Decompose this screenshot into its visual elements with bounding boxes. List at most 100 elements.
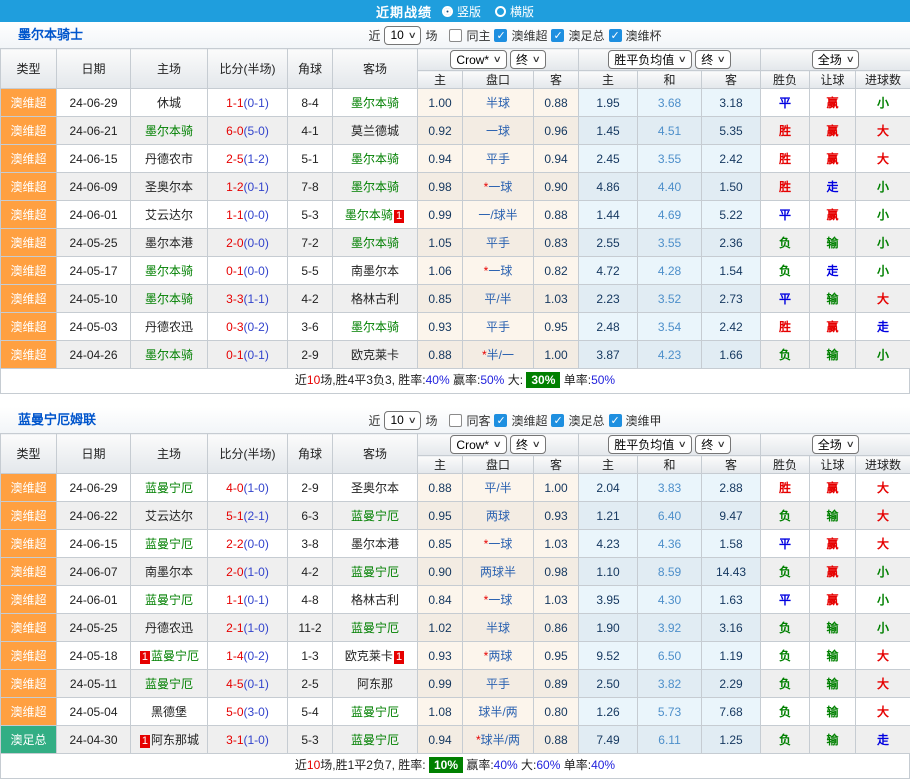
home-team-link[interactable]: 墨尔本骑	[145, 292, 193, 306]
league-filter-checkbox[interactable]	[609, 29, 622, 42]
away-team-link[interactable]: 蓝曼宁厄	[351, 621, 399, 635]
away-team-link[interactable]: 墨尔本骑	[351, 96, 399, 110]
away-team-link[interactable]: 墨尔本骑	[351, 180, 399, 194]
home-team-link[interactable]: 蓝曼宁厄	[151, 649, 199, 663]
away-team-link[interactable]: 蓝曼宁厄	[351, 509, 399, 523]
result-wdl: 负	[761, 642, 810, 670]
corner-cell: 7-2	[288, 229, 333, 257]
away-team-link[interactable]: 圣奥尔本	[351, 481, 399, 495]
col-result-goals: 进球数	[856, 456, 910, 474]
corner-cell: 2-9	[288, 341, 333, 369]
league-filter-checkbox[interactable]	[551, 414, 564, 427]
date-cell: 24-04-26	[57, 341, 131, 369]
home-team-link[interactable]: 丹德农迅	[145, 320, 193, 334]
home-team-link[interactable]: 蓝曼宁厄	[145, 593, 193, 607]
away-team-link[interactable]: 欧克莱卡	[345, 649, 393, 663]
fulltime-score: 0-1	[226, 264, 243, 278]
final-odds-select[interactable]: 终∨	[510, 435, 546, 454]
final-avg-select[interactable]: 终∨	[695, 435, 731, 454]
home-team-link[interactable]: 蓝曼宁厄	[145, 481, 193, 495]
final-odds-select[interactable]: 终∨	[510, 50, 546, 69]
league-type-badge: 澳维超	[1, 173, 57, 201]
result-goals: 小	[856, 229, 910, 257]
layout-horizontal-radio[interactable]: 横版	[495, 3, 534, 20]
home-team-link[interactable]: 丹德农市	[145, 152, 193, 166]
home-team-link[interactable]: 丹德农迅	[145, 621, 193, 635]
halftime-score: (0-1)	[244, 180, 269, 194]
away-team-link[interactable]: 欧克莱卡	[351, 348, 399, 362]
handicap-home-odds: 0.99	[418, 670, 463, 698]
match-row: 澳维超24-06-21墨尔本骑6-0(5-0)4-1莫兰德城0.92一球0.96…	[1, 117, 910, 145]
result-wdl: 负	[761, 670, 810, 698]
bookmaker-select[interactable]: Crow*∨	[450, 50, 506, 69]
away-team-cell: 圣奥尔本	[333, 474, 418, 502]
away-team-link[interactable]: 墨尔本骑	[345, 208, 393, 222]
same-venue-checkbox[interactable]	[449, 414, 462, 427]
home-team-link[interactable]: 圣奥尔本	[145, 180, 193, 194]
layout-vertical-radio[interactable]: 竖版	[442, 3, 481, 20]
home-team-link[interactable]: 黑德堡	[151, 705, 187, 719]
home-team-link[interactable]: 墨尔本港	[145, 236, 193, 250]
league-filter-checkbox[interactable]	[494, 29, 507, 42]
corner-cell: 3-8	[288, 530, 333, 558]
avg-away-odds: 2.42	[702, 145, 761, 173]
league-filter-checkbox[interactable]	[494, 414, 507, 427]
handicap-away-odds: 0.86	[534, 614, 579, 642]
avg-home-odds: 1.45	[579, 117, 638, 145]
away-team-link[interactable]: 蓝曼宁厄	[351, 565, 399, 579]
away-team-link[interactable]: 格林古利	[351, 593, 399, 607]
summary-text: 10	[307, 758, 320, 772]
summary-text: 大:	[518, 758, 537, 772]
bookmaker-select[interactable]: Crow*∨	[450, 435, 506, 454]
home-team-link[interactable]: 墨尔本骑	[145, 264, 193, 278]
match-row: 澳维超24-05-11蓝曼宁厄4-5(0-1)2-5阿东那0.99平手0.892…	[1, 670, 910, 698]
final-avg-select[interactable]: 终∨	[695, 50, 731, 69]
match-row: 澳维超24-04-26墨尔本骑0-1(0-1)2-9欧克莱卡0.88*半/一1.…	[1, 341, 910, 369]
away-team-link[interactable]: 格林古利	[351, 292, 399, 306]
recent-count-select[interactable]: 10∨	[384, 26, 421, 45]
home-team-link[interactable]: 阿东那城	[151, 733, 199, 747]
team-name[interactable]: 蓝曼宁厄姆联	[18, 407, 96, 433]
col-handicap-away: 客	[534, 456, 579, 474]
score-cell: 1-1(0-0)	[208, 201, 288, 229]
away-team-link[interactable]: 阿东那	[357, 677, 393, 691]
league-filter-checkbox[interactable]	[551, 29, 564, 42]
home-team-link[interactable]: 蓝曼宁厄	[145, 537, 193, 551]
league-filter-label: 澳维甲	[626, 412, 662, 429]
avg-odds-select[interactable]: 胜平负均值∨	[608, 435, 692, 454]
result-wdl: 平	[761, 530, 810, 558]
score-cell: 0-3(0-2)	[208, 313, 288, 341]
league-filter-checkbox[interactable]	[609, 414, 622, 427]
avg-home-odds: 9.52	[579, 642, 638, 670]
away-team-link[interactable]: 墨尔本骑	[351, 152, 399, 166]
away-team-link[interactable]: 蓝曼宁厄	[351, 705, 399, 719]
avg-odds-select[interactable]: 胜平负均值∨	[608, 50, 692, 69]
near-label: 近	[368, 27, 380, 44]
recent-count-select[interactable]: 10∨	[384, 411, 421, 430]
home-team-link[interactable]: 蓝曼宁厄	[145, 677, 193, 691]
away-team-link[interactable]: 墨尔本港	[351, 537, 399, 551]
scope-select[interactable]: 全场∨	[812, 435, 860, 454]
match-row: 澳维超24-06-01蓝曼宁厄1-1(0-1)4-8格林古利0.84*一球1.0…	[1, 586, 910, 614]
home-team-cell: 蓝曼宁厄	[131, 586, 208, 614]
home-team-link[interactable]: 休城	[157, 96, 181, 110]
away-team-link[interactable]: 墨尔本骑	[351, 320, 399, 334]
home-team-link[interactable]: 艾云达尔	[145, 509, 193, 523]
away-team-link[interactable]: 墨尔本骑	[351, 236, 399, 250]
home-team-link[interactable]: 墨尔本骑	[145, 124, 193, 138]
home-team-link[interactable]: 艾云达尔	[145, 208, 193, 222]
home-team-link[interactable]: 南墨尔本	[145, 565, 193, 579]
away-team-link[interactable]: 莫兰德城	[351, 124, 399, 138]
home-team-link[interactable]: 墨尔本骑	[145, 348, 193, 362]
home-team-cell: 南墨尔本	[131, 558, 208, 586]
result-goals: 大	[856, 285, 910, 313]
away-team-link[interactable]: 蓝曼宁厄	[351, 733, 399, 747]
avg-draw-odds: 4.51	[638, 117, 702, 145]
same-venue-checkbox[interactable]	[449, 29, 462, 42]
handicap-home-odds: 0.98	[418, 173, 463, 201]
team-name[interactable]: 墨尔本骑士	[18, 22, 83, 48]
away-team-link[interactable]: 南墨尔本	[351, 264, 399, 278]
scope-select[interactable]: 全场∨	[812, 50, 860, 69]
handicap-line: 两球	[463, 502, 534, 530]
handicap-select-cell: Crow*∨ 终∨	[418, 49, 579, 71]
